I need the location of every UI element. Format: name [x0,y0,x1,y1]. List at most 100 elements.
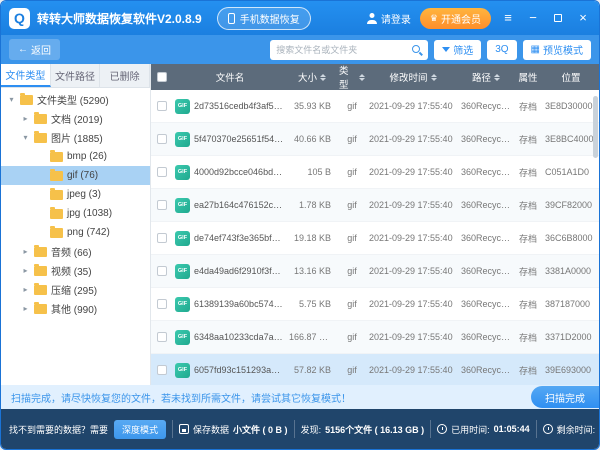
divider [430,420,431,438]
column-header-type[interactable]: 类型 [337,63,367,91]
row-checkbox[interactable] [157,299,167,309]
tree-item-images[interactable]: 图片 (1885) [1,128,150,147]
logo-letter: Q [14,10,25,26]
tree-label: bmp (26) [67,151,107,162]
hourglass-icon [543,424,553,434]
deep-mode-button[interactable]: 深度模式 [114,420,166,439]
column-header-path[interactable]: 路径 [459,70,513,84]
filter-button[interactable]: 筛选 [434,40,481,60]
file-attr: 存档 [513,298,543,311]
tree-label: 图片 (1885) [51,130,103,145]
gif-file-icon: GIF [175,99,190,114]
expander-icon[interactable] [21,304,30,313]
row-checkbox[interactable] [157,167,167,177]
scrollbar-thumb[interactable] [593,96,598,158]
table-row[interactable]: GIF2d73516cedb4f3af5cfff3e5aa... 35.93 K… [151,90,599,123]
row-checkbox[interactable] [157,233,167,243]
file-location: 39E693000 [543,365,599,375]
file-path: 360Recycle... [459,266,513,276]
table-row[interactable]: GIFde74ef743f3e365bf8fe2a82... 19.18 KB … [151,222,599,255]
sort-icon[interactable] [431,74,437,81]
table-row[interactable]: GIF61389139a60bc5748fb40b8... 5.75 KB gi… [151,288,599,321]
tree-item-audio[interactable]: 音频 (66) [1,242,150,261]
column-header-attr[interactable]: 属性 [513,70,543,84]
status-bar: 找不到需要的数据？需要 深度模式 保存数据 小文件 ( 0 B ) 发现: 51… [1,409,599,449]
row-checkbox[interactable] [157,200,167,210]
titlebar-right: 请登录 ♛ 开通会员 ≡ − × [367,8,591,29]
tab-file-type[interactable]: 文件类型 [1,64,51,87]
file-attr: 存档 [513,166,543,179]
app-window: Q 转转大师数据恢复软件V2.0.8.9 手机数据恢复 请登录 ♛ 开通会员 ≡… [0,0,600,450]
tree-item-video[interactable]: 视频 (35) [1,261,150,280]
notice-bar: 扫描完成，请尽快恢复您的文件，若未找到所需文件，请尝试其它恢复模式！ 扫描完成 [1,385,599,409]
close-icon[interactable]: × [575,10,591,26]
table-row[interactable]: GIFea27b164c476152cd3ccf20... 1.78 KB gi… [151,189,599,222]
tree-item-archive[interactable]: 压缩 (295) [1,280,150,299]
maximize-icon[interactable] [550,10,566,26]
tab-deleted[interactable]: 已删除 [100,64,150,87]
file-attr: 存档 [513,100,543,113]
row-checkbox[interactable] [157,332,167,342]
phone-recovery-button[interactable]: 手机数据恢复 [217,7,311,30]
vip-button[interactable]: ♛ 开通会员 [420,8,491,29]
sort-icon[interactable] [359,74,365,81]
login-button[interactable]: 请登录 [367,11,411,26]
tree-item-file-type[interactable]: 文件类型 (5290) [1,90,150,109]
row-checkbox[interactable] [157,266,167,276]
table-row-selected[interactable]: GIF6057fd93c151293a9b9d32e... 57.82 KB g… [151,354,599,385]
expander-icon[interactable] [21,133,30,142]
file-type: gif [337,365,367,375]
gif-file-icon: GIF [175,297,190,312]
column-header-size[interactable]: 大小 [287,70,337,84]
expander-icon[interactable] [21,114,30,123]
folder-icon [50,171,63,181]
back-label: 返回 [31,42,51,57]
file-modified: 2021-09-29 17:55:40 [367,299,459,309]
file-location: 387187000 [543,299,599,309]
table-row[interactable]: GIF6348aa10233cda7ad047146... 166.87 KB … [151,321,599,354]
tree-item-jpg[interactable]: jpg (1038) [1,204,150,223]
expander-icon[interactable] [7,95,16,104]
minimize-icon[interactable]: − [525,10,541,26]
tree-item-jpeg[interactable]: jpeg (3) [1,185,150,204]
search-box [270,40,428,60]
column-header-location[interactable]: 位置 [543,70,599,84]
scan-complete-badge[interactable]: 扫描完成 [531,386,599,408]
tab-file-path[interactable]: 文件路径 [51,64,101,87]
tree-label: 视频 (35) [51,263,92,278]
search-icon[interactable] [412,45,422,55]
expander-icon[interactable] [21,285,30,294]
file-name: 61389139a60bc5748fb40b8... [194,299,285,309]
tree-item-documents[interactable]: 文档 (2019) [1,109,150,128]
login-label: 请登录 [381,11,411,26]
table-row[interactable]: GIFe4da49ad6f2910f3fdd4083f... 13.16 KB … [151,255,599,288]
menu-icon[interactable]: ≡ [500,10,516,26]
table-row[interactable]: GIF5f470370e25651f54601a5a6... 40.66 KB … [151,123,599,156]
tree-item-gif[interactable]: gif (76) [1,166,150,185]
tree-item-bmp[interactable]: bmp (26) [1,147,150,166]
file-size: 35.93 KB [287,101,337,111]
sort-icon[interactable] [320,74,326,81]
table-row[interactable]: GIF4000d92bcce046bdd997eb... 105 B gif 2… [151,156,599,189]
search-input[interactable] [276,45,412,55]
column-header-modified[interactable]: 修改时间 [367,70,459,84]
expander-icon[interactable] [21,247,30,256]
row-checkbox[interactable] [157,365,167,375]
filter-label: 筛选 [453,42,473,57]
notice-text: 扫描完成，请尽快恢复您的文件，若未找到所需文件，请尝试其它恢复模式！ [11,390,351,405]
tree-label: 压缩 (295) [51,282,97,297]
column-header-name[interactable]: 文件名 [173,70,287,84]
file-location: 39CF82000 [543,200,599,210]
tree-item-png[interactable]: png (742) [1,223,150,242]
back-button[interactable]: ← 返回 [9,39,60,60]
tree-item-other[interactable]: 其他 (990) [1,299,150,318]
service-qq-button[interactable]: 3Q [487,40,516,60]
sort-icon[interactable] [494,74,500,81]
preview-mode-button[interactable]: ▦ 预览模式 [523,40,591,60]
file-attr: 存档 [513,232,543,245]
row-checkbox[interactable] [157,134,167,144]
save-label: 保存数据 [193,423,229,436]
row-checkbox[interactable] [157,101,167,111]
expander-icon[interactable] [21,266,30,275]
select-all-checkbox[interactable] [157,72,167,82]
